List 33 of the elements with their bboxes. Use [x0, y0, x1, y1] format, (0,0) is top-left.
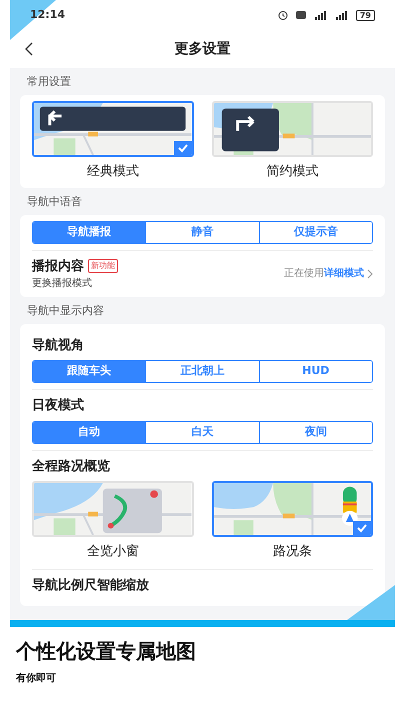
check-icon: [353, 521, 371, 535]
setting-title: 播报内容: [32, 258, 84, 276]
battery-level: 79: [356, 10, 375, 20]
setting-title: 日夜模式: [32, 396, 85, 415]
setting-subtitle: 更换播报模式: [32, 276, 93, 291]
alarm-icon: [278, 10, 288, 20]
segment-tab[interactable]: 仅提示音: [258, 222, 372, 242]
segment-tab[interactable]: 自动: [33, 422, 146, 442]
segment-tab[interactable]: 夜间: [258, 422, 372, 442]
signal-icon: [334, 10, 348, 20]
option-label: 全览小窗: [86, 543, 139, 561]
section-title: 导航中显示内容: [26, 303, 105, 319]
option-label: 简约模式: [266, 162, 318, 180]
current-mode-text: 正在使用详细模式: [284, 266, 364, 282]
section-title: 导航中语音: [26, 194, 83, 210]
chevron-icon[interactable]: [367, 268, 373, 279]
corner-decoration: [347, 585, 395, 620]
new-feature-tag: 新功能: [88, 259, 118, 274]
setting-title: 全程路况概览: [32, 458, 111, 476]
option-label: 经典模式: [86, 162, 139, 180]
segment-tab[interactable]: 跟随车头: [33, 361, 146, 382]
back-icon[interactable]: [24, 42, 34, 56]
segment-tab[interactable]: HUD: [258, 361, 372, 382]
page-title: 更多设置: [174, 40, 230, 58]
caption-subtitle: 有你即可: [16, 672, 57, 686]
segment-tab[interactable]: 导航播报: [33, 222, 146, 242]
setting-title: 导航视角: [32, 336, 85, 354]
setting-title: 导航比例尺智能缩放: [32, 576, 150, 594]
section-title: 常用设置: [26, 74, 72, 90]
signal-icon: [314, 10, 327, 20]
hd-icon: [296, 11, 306, 19]
caption-title: 个性化设置专属地图: [16, 639, 197, 663]
option-label: 路况条: [272, 543, 312, 561]
